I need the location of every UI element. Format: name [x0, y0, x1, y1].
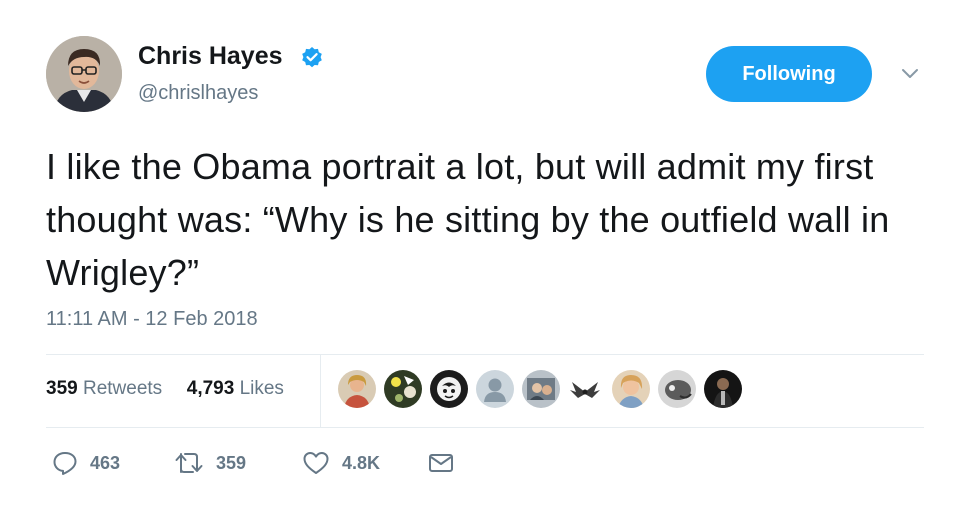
- tweet-actions: 463 359 4.8K: [46, 446, 546, 482]
- like-button[interactable]: 4.8K: [302, 446, 380, 480]
- retweet-button[interactable]: 359: [174, 446, 246, 480]
- like-count: 4.8K: [342, 452, 381, 473]
- engagement-stats: 359 Retweets 4,793 Likes: [46, 378, 284, 400]
- stats-divider: [320, 354, 321, 427]
- verified-badge-icon: [302, 47, 322, 68]
- likes-stat[interactable]: 4,793 Likes: [187, 378, 284, 399]
- author-handle[interactable]: @chrislhayes: [138, 82, 258, 105]
- retweets-label: Retweets: [82, 378, 163, 399]
- reply-button[interactable]: 463: [52, 446, 120, 480]
- retweets-count: 359: [46, 378, 78, 399]
- divider: [46, 427, 924, 428]
- liker-avatar-6[interactable]: [566, 370, 600, 408]
- reply-icon: [53, 452, 77, 475]
- liker-avatar-9[interactable]: [704, 370, 742, 408]
- liker-avatar-default[interactable]: [476, 370, 514, 408]
- liker-avatar-7[interactable]: [612, 370, 650, 408]
- reply-count: 463: [90, 452, 121, 473]
- liker-avatar-2[interactable]: [384, 370, 422, 408]
- retweet-icon: [175, 453, 203, 473]
- tweet-text: I like the Obama portrait a lot, but wil…: [46, 146, 890, 293]
- liker-avatar-5[interactable]: [522, 370, 560, 408]
- following-button[interactable]: Following: [706, 46, 872, 102]
- author-display-name[interactable]: Chris Hayes: [138, 42, 283, 71]
- tweet-timestamp[interactable]: 11:11 AM - 12 Feb 2018: [46, 308, 258, 331]
- tweet-card: Chris Hayes @chrislhayes Following I lik…: [0, 0, 980, 507]
- profile-photo-icon: [46, 36, 122, 112]
- author-avatar[interactable]: [46, 36, 122, 112]
- direct-message-button[interactable]: [428, 446, 454, 480]
- divider: [46, 354, 924, 355]
- liker-avatar-3[interactable]: [430, 370, 468, 408]
- retweet-count: 359: [216, 452, 247, 473]
- liker-avatar-8[interactable]: [658, 370, 696, 408]
- heart-icon: [303, 452, 329, 474]
- envelope-icon: [429, 454, 453, 472]
- likes-label: Likes: [239, 378, 284, 399]
- liker-avatar-1[interactable]: [338, 370, 376, 408]
- likes-count: 4,793: [186, 378, 235, 399]
- chevron-down-icon[interactable]: [900, 66, 920, 80]
- retweets-stat[interactable]: 359 Retweets: [46, 378, 167, 399]
